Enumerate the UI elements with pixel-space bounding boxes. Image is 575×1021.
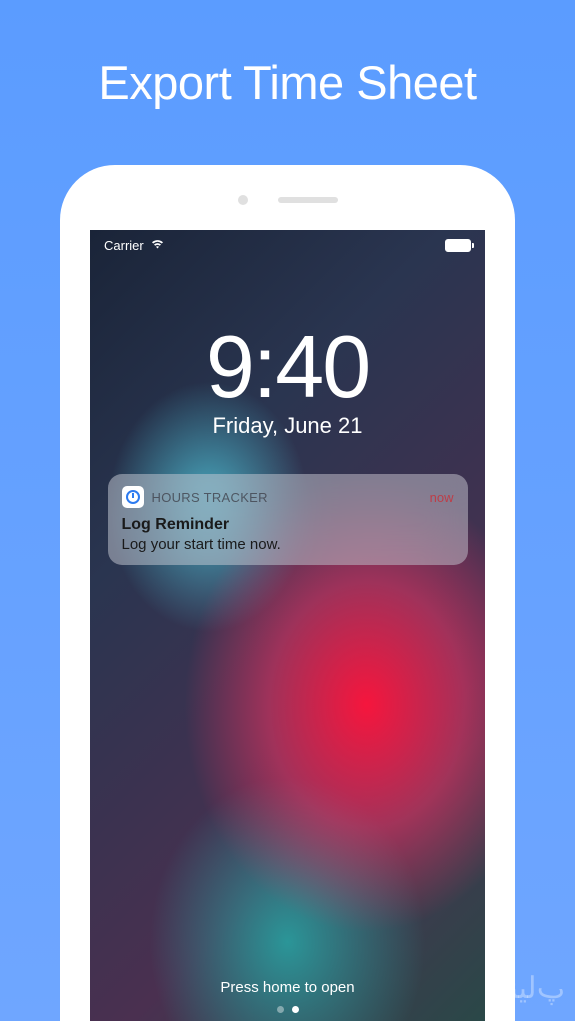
page-title: Export Time Sheet xyxy=(98,55,476,110)
camera-dot xyxy=(238,195,248,205)
page-dot xyxy=(277,1006,284,1013)
phone-mockup: Carrier 9:40 Friday, June 21 xyxy=(60,165,515,1021)
notification-app-name: HOURS TRACKER xyxy=(152,490,268,505)
lock-screen-bottom: Press home to open xyxy=(90,979,485,1021)
lock-screen-time: 9:40 xyxy=(206,316,369,418)
watermark: نیاپ xyxy=(510,971,565,1006)
notification-body: Log your start time now. xyxy=(122,536,454,553)
lock-screen-date: Friday, June 21 xyxy=(212,413,362,439)
speaker-grille xyxy=(278,197,338,203)
wifi-icon xyxy=(150,238,165,253)
status-bar-left: Carrier xyxy=(104,238,165,253)
status-bar: Carrier xyxy=(90,230,485,261)
notification-timestamp: now xyxy=(430,490,454,505)
battery-icon xyxy=(445,239,471,252)
app-icon xyxy=(122,486,144,508)
notification-header: HOURS TRACKER now xyxy=(122,486,454,508)
unlock-hint: Press home to open xyxy=(220,979,354,996)
notification-title: Log Reminder xyxy=(122,516,454,534)
status-bar-right xyxy=(445,239,471,252)
page-indicator xyxy=(277,1006,299,1013)
carrier-label: Carrier xyxy=(104,238,144,253)
phone-screen: Carrier 9:40 Friday, June 21 xyxy=(90,230,485,1021)
notification-card[interactable]: HOURS TRACKER now Log Reminder Log your … xyxy=(108,474,468,565)
clock-icon xyxy=(126,490,140,504)
page-dot-active xyxy=(292,1006,299,1013)
phone-speaker-area xyxy=(238,195,338,205)
